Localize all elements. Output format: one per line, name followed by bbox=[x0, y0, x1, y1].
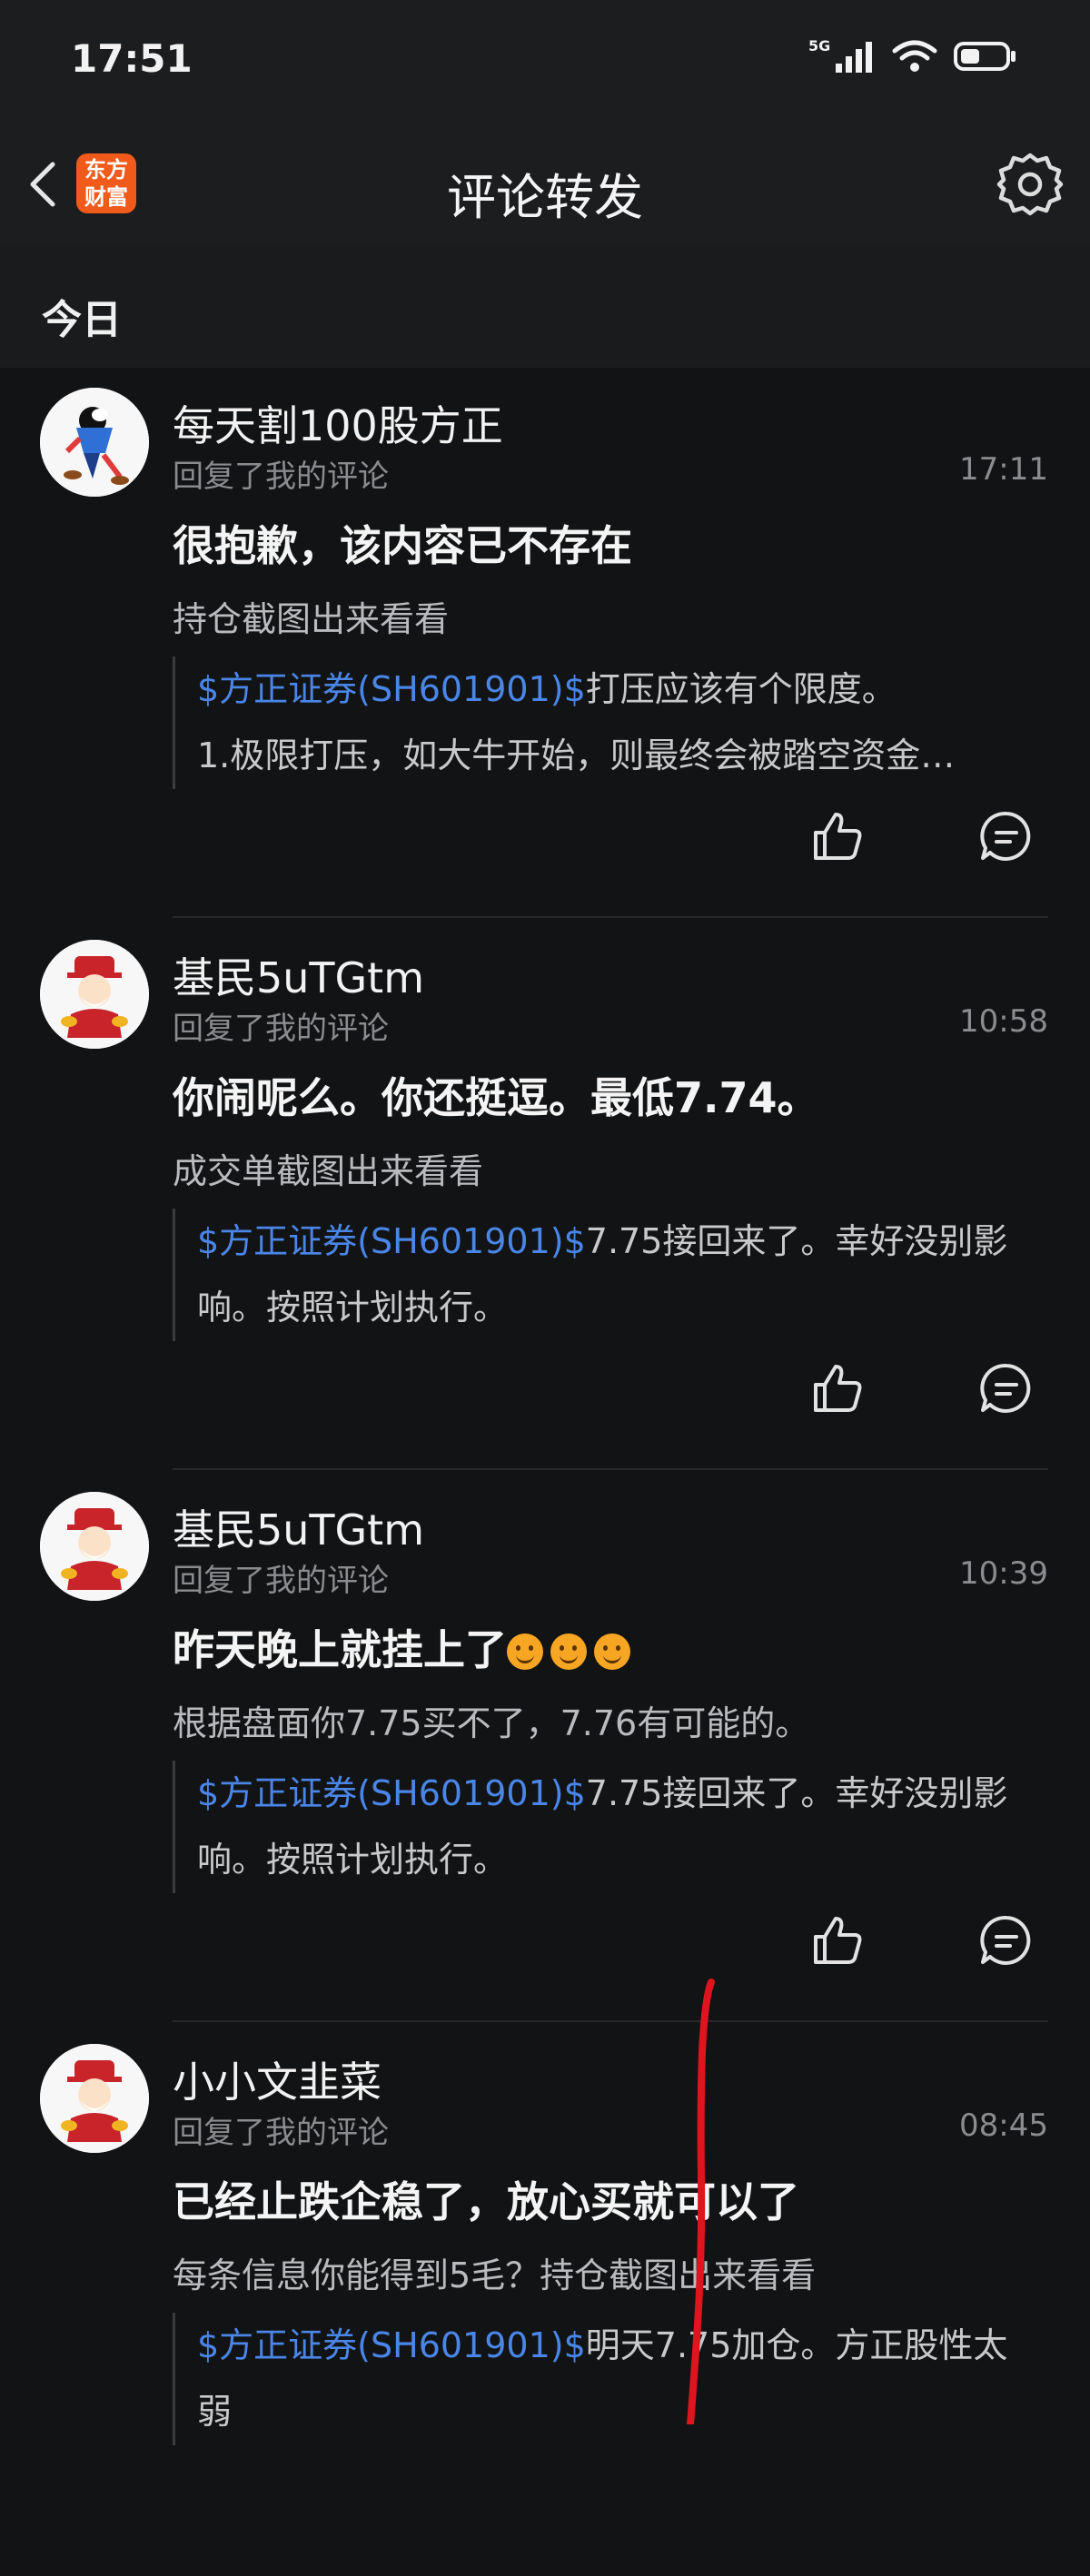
quote-line-2: 弱 bbox=[197, 2392, 233, 2432]
status-time: 17:51 bbox=[71, 36, 193, 81]
username[interactable]: 基民5uTGtm bbox=[173, 945, 424, 1005]
status-bar: 17:51 5G bbox=[0, 0, 1090, 123]
stock-link[interactable]: $方正证券(SH601901)$ bbox=[197, 669, 586, 709]
my-comment-text[interactable]: 根据盘面你7.75买不了，7.76有可能的。 bbox=[173, 1695, 809, 1745]
quoted-post[interactable]: $方正证券(SH601901)$打压应该有个限度。 1.极限打压，如大牛开始，则… bbox=[173, 656, 1052, 789]
reply-action-text: 回复了我的评论 bbox=[173, 2115, 389, 2151]
comment-item[interactable]: 小小文韭菜 回复了我的评论 08:45 已经止跌企稳了，放心买就可以了 每条信息… bbox=[0, 2024, 1090, 2576]
quote-line-2: 响。按照计划执行。 bbox=[197, 1288, 509, 1327]
network-label: 5G bbox=[808, 38, 830, 54]
divider bbox=[173, 1468, 1048, 1470]
comment-bubble-icon[interactable] bbox=[977, 807, 1036, 865]
username[interactable]: 基民5uTGtm bbox=[173, 1497, 424, 1557]
reply-content[interactable]: 你闹呢么。你还挺逗。最低7.74。 bbox=[173, 1065, 819, 1125]
thumbs-up-icon[interactable] bbox=[808, 807, 867, 865]
caishen-avatar-icon bbox=[40, 1492, 149, 1601]
quote-line-1: $方正证券(SH601901)$打压应该有个限度。 bbox=[197, 656, 1052, 723]
avatar-cartoon-icon bbox=[40, 388, 149, 497]
reply-content[interactable]: 昨天晚上就挂上了 bbox=[173, 1617, 638, 1677]
smile-emoji-icon bbox=[507, 1633, 543, 1670]
quote-text: 7.75接回来了。幸好没别影 bbox=[585, 1221, 1008, 1261]
comment-time: 17:11 bbox=[959, 451, 1048, 488]
comment-item[interactable]: 基民5uTGtm 回复了我的评论 10:39 昨天晚上就挂上了 根据盘面你7.7… bbox=[0, 1472, 1090, 2024]
username[interactable]: 小小文韭菜 bbox=[173, 2049, 382, 2109]
section-header-today: 今日 bbox=[0, 245, 1090, 368]
comment-time: 08:45 bbox=[959, 2107, 1048, 2144]
battery-icon bbox=[954, 42, 1016, 71]
quote-line-1: $方正证券(SH601901)$7.75接回来了。幸好没别影 bbox=[197, 1761, 1052, 1827]
thumbs-up-icon[interactable] bbox=[808, 1911, 867, 1969]
stock-link[interactable]: $方正证券(SH601901)$ bbox=[197, 1221, 586, 1261]
smile-emoji-icon bbox=[550, 1633, 587, 1670]
my-comment-text[interactable]: 每条信息你能得到5毛？持仓截图出来看看 bbox=[173, 2247, 816, 2297]
quote-text: 打压应该有个限度。 bbox=[585, 669, 897, 709]
quoted-post[interactable]: $方正证券(SH601901)$7.75接回来了。幸好没别影 响。按照计划执行。 bbox=[173, 1761, 1052, 1893]
status-icons: 5G bbox=[808, 38, 1017, 74]
reply-action-text: 回复了我的评论 bbox=[173, 459, 389, 495]
user-avatar[interactable] bbox=[40, 2044, 149, 2153]
quote-text: 7.75接回来了。幸好没别影 bbox=[585, 1773, 1008, 1813]
quote-line-1: $方正证券(SH601901)$明天7.75加仓。方正股性太 bbox=[197, 2313, 1052, 2379]
section-label: 今日 bbox=[42, 297, 122, 343]
page-title: 评论转发 bbox=[447, 169, 643, 226]
thumbs-up-icon[interactable] bbox=[808, 1359, 867, 1417]
quote-line-2: 响。按照计划执行。 bbox=[197, 1840, 509, 1880]
reply-action-text: 回复了我的评论 bbox=[173, 1011, 389, 1047]
comment-time: 10:39 bbox=[959, 1555, 1048, 1592]
user-avatar[interactable] bbox=[40, 940, 149, 1049]
quote-line-1: $方正证券(SH601901)$7.75接回来了。幸好没别影 bbox=[197, 1209, 1052, 1275]
settings-gear-icon[interactable] bbox=[996, 150, 1065, 219]
caishen-avatar-icon bbox=[40, 2044, 149, 2153]
nav-bar: 东方 财富 评论转发 bbox=[0, 123, 1090, 245]
signal-5g-icon: 5G bbox=[808, 38, 872, 73]
my-comment-text[interactable]: 持仓截图出来看看 bbox=[173, 591, 449, 641]
divider bbox=[173, 2020, 1048, 2022]
stock-link[interactable]: $方正证券(SH601901)$ bbox=[197, 2325, 586, 2365]
caishen-avatar-icon bbox=[40, 940, 149, 1049]
reply-content[interactable]: 已经止跌企稳了，放心买就可以了 bbox=[173, 2169, 799, 2229]
smile-emoji-icon bbox=[594, 1633, 630, 1670]
comment-bubble-icon[interactable] bbox=[977, 1911, 1036, 1969]
divider bbox=[173, 916, 1048, 918]
user-avatar[interactable] bbox=[40, 388, 149, 497]
quote-line-2: 1.极限打压，如大牛开始，则最终会被踏空资金… bbox=[197, 735, 956, 775]
reply-content[interactable]: 很抱歉，该内容已不存在 bbox=[173, 513, 632, 573]
comment-item[interactable]: 每天割100股方正 回复了我的评论 17:11 很抱歉，该内容已不存在 持仓截图… bbox=[0, 368, 1090, 920]
user-avatar[interactable] bbox=[40, 1492, 149, 1601]
username[interactable]: 每天割100股方正 bbox=[173, 393, 503, 453]
comment-bubble-icon[interactable] bbox=[977, 1359, 1036, 1417]
quoted-post[interactable]: $方正证券(SH601901)$7.75接回来了。幸好没别影 响。按照计划执行。 bbox=[173, 1209, 1052, 1341]
reply-action-text: 回复了我的评论 bbox=[173, 1563, 389, 1599]
wifi-icon bbox=[892, 40, 937, 72]
quoted-post[interactable]: $方正证券(SH601901)$明天7.75加仓。方正股性太 弱 bbox=[173, 2313, 1052, 2445]
stock-link[interactable]: $方正证券(SH601901)$ bbox=[197, 1773, 586, 1813]
comment-item[interactable]: 基民5uTGtm 回复了我的评论 10:58 你闹呢么。你还挺逗。最低7.74。… bbox=[0, 920, 1090, 1472]
quote-text: 明天7.75加仓。方正股性太 bbox=[585, 2325, 1008, 2365]
reply-text: 昨天晚上就挂上了 bbox=[173, 1625, 507, 1674]
my-comment-text[interactable]: 成交单截图出来看看 bbox=[173, 1143, 483, 1193]
comment-time: 10:58 bbox=[959, 1003, 1048, 1040]
